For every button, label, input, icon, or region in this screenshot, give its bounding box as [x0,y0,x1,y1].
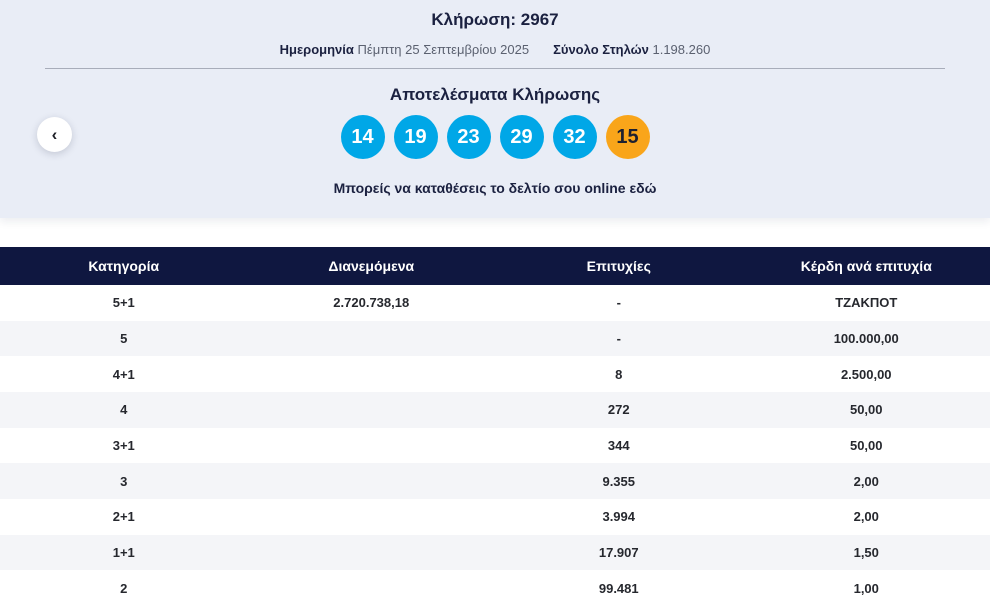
column-header-category: Κατηγορία [88,258,160,274]
category-cell: 5 [120,330,128,346]
draw-hero-section: Κλήρωση: 2967 Ημερομηνία Πέμπτη 25 Σεπτε… [0,0,990,218]
category-cell: 4+1 [112,366,135,382]
prize-table: Κατηγορία Διανεμόμενα Επιτυχίες Κέρδη αν… [0,247,990,606]
category-cell: 4 [120,402,128,418]
number-ball: 19 [393,115,438,159]
prize-cell: 100.000,00 [833,330,899,346]
category-cell: 3 [120,473,128,489]
column-header-distributed: Διανεμόμενα [328,258,415,274]
category-cell: 2 [120,580,128,596]
previous-draw-button[interactable]: ‹ [37,117,72,152]
columns-label: Σύνολο Στηλών [553,42,649,57]
table-row: 2+1 3.994 2,00 [0,498,990,535]
winners-cell: 9.355 [602,473,636,489]
number-ball: 23 [446,115,491,159]
number-ball: 29 [499,115,544,159]
draw-title: Κλήρωση: 2967 [431,10,559,29]
table-row: 4 272 50,00 [0,391,990,428]
submit-ticket-online-link[interactable]: Μπορείς να καταθέσεις το δελτίο σου onli… [334,180,657,196]
table-row: 3 9.355 2,00 [0,463,990,499]
header-divider [45,68,945,69]
joker-number-ball: 15 [605,115,650,159]
number-ball: 32 [552,115,597,159]
results-title: Αποτελέσματα Κλήρωσης [389,85,601,104]
table-row: 5+1 2.720.738,18 - ΤΖΑΚΠΟΤ [0,285,990,321]
category-cell: 2+1 [112,509,135,525]
prize-cell: 2.500,00 [840,366,892,382]
prize-cell: 50,00 [849,437,883,453]
prize-cell: 2,00 [853,509,879,525]
winners-cell: 272 [607,402,630,418]
prize-cell: 1,00 [853,580,879,596]
winners-cell: 17.907 [598,544,639,560]
winners-cell: - [616,330,621,346]
winners-cell: 3.994 [602,509,636,525]
category-cell: 1+1 [112,544,135,560]
table-row: 2 99.481 1,00 [0,570,990,606]
winners-cell: - [616,295,621,311]
winners-cell: 99.481 [598,580,639,596]
prize-cell: 50,00 [849,402,883,418]
draw-date: Ημερομηνία Πέμπτη 25 Σεπτεμβρίου 2025 [280,42,529,57]
chevron-left-icon: ‹ [51,125,58,144]
winners-cell: 8 [615,366,623,382]
number-ball: 14 [340,115,385,159]
prize-table-body: 5+1 2.720.738,18 - ΤΖΑΚΠΟΤ 5 - 100.000,0… [0,285,990,606]
winning-numbers: 14 19 23 29 32 15 [0,115,990,159]
column-header-winners: Επιτυχίες [586,258,651,274]
draw-meta: Ημερομηνία Πέμπτη 25 Σεπτεμβρίου 2025 Σύν… [0,42,990,57]
distributed-cell: 2.720.738,18 [333,295,410,311]
prize-cell: ΤΖΑΚΠΟΤ [835,295,898,311]
table-row: 4+1 8 2.500,00 [0,356,990,392]
table-row: 1+1 17.907 1,50 [0,534,990,571]
column-header-prize: Κέρδη ανά επιτυχία [800,258,932,274]
prize-cell: 1,50 [853,544,879,560]
prize-table-header: Κατηγορία Διανεμόμενα Επιτυχίες Κέρδη αν… [0,247,990,285]
table-row: 5 - 100.000,00 [0,320,990,357]
columns-value: 1.198.260 [652,42,711,57]
date-label: Ημερομηνία [279,42,354,57]
category-cell: 3+1 [112,437,135,453]
date-value: Πέμπτη 25 Σεπτεμβρίου 2025 [357,42,530,57]
prize-cell: 2,00 [853,473,879,489]
category-cell: 5+1 [112,295,135,311]
total-columns: Σύνολο Στηλών 1.198.260 [553,42,710,57]
winners-cell: 344 [607,437,630,453]
table-row: 3+1 344 50,00 [0,427,990,464]
